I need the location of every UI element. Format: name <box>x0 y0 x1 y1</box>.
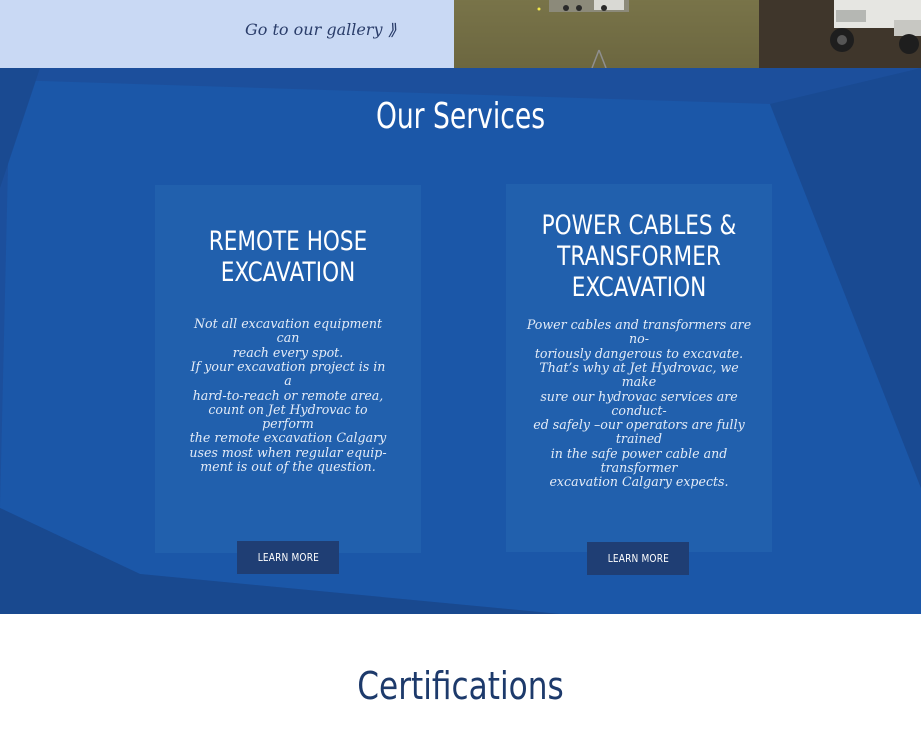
card-paragraph: Power cables and transformers are no- to… <box>522 317 756 361</box>
card-text-line: toriously dangerous to excavate. <box>534 345 744 361</box>
card-text-line: the remote excavation Calgary <box>189 430 387 446</box>
card-text-line: Not all excavation equipment can <box>193 316 383 346</box>
card-text-line: in the safe power cable and transformer <box>550 445 728 476</box>
card-paragraph: If your excavation project is in a hard-… <box>189 359 387 475</box>
card-text-line: sure our hydrovac services are conduct- <box>540 388 738 418</box>
service-card-remote-hose: REMOTE HOSE EXCAVATION Not all excavatio… <box>155 185 421 574</box>
card-text-line: ed safely –our operators are fully train… <box>533 417 745 447</box>
card-text-line: uses most when regular equip- <box>189 444 387 460</box>
learn-more-label: LEARN MORE <box>607 552 669 565</box>
service-card-power-cables: POWER CABLES & TRANSFORMER EXCAVATION Po… <box>506 184 772 575</box>
certifications-heading: Certifications <box>357 664 564 708</box>
gallery-panel: Go to our gallery ⟫ <box>0 0 454 68</box>
services-background-shapes <box>0 68 921 614</box>
card-title-line: TRANSFORMER <box>557 241 721 272</box>
card-text-line: ment is out of the question. <box>200 459 376 475</box>
card-paragraph: That’s why at Jet Hydrovac, we make sure… <box>522 360 756 490</box>
card-text-line: That’s why at Jet Hydrovac, we make <box>539 360 739 390</box>
card-title-line: EXCAVATION <box>220 257 356 288</box>
card-title: REMOTE HOSE EXCAVATION <box>182 226 395 288</box>
card-title-line: EXCAVATION <box>571 272 707 303</box>
card-text-line: count on Jet Hydrovac to perform <box>208 401 368 432</box>
learn-more-label: LEARN MORE <box>257 551 319 564</box>
card-title-line: REMOTE HOSE <box>208 226 368 257</box>
truck-field-photo <box>454 0 921 68</box>
card-text-line: Power cables and transformers are no- <box>526 317 752 347</box>
card-text-line: hard-to-reach or remote area, <box>192 387 384 403</box>
card-text-line: excavation Calgary expects. <box>549 474 729 490</box>
gallery-strip: Go to our gallery ⟫ <box>0 0 921 68</box>
card-title: POWER CABLES & TRANSFORMER EXCAVATION <box>533 210 746 303</box>
gallery-photo <box>454 0 921 68</box>
card-text-line: If your excavation project is in a <box>190 359 386 389</box>
gallery-link[interactable]: Go to our gallery ⟫ <box>245 20 396 39</box>
card-text-line: reach every spot. <box>232 344 344 360</box>
learn-more-button[interactable]: LEARN MORE <box>587 542 689 575</box>
services-heading: Our Services <box>375 96 546 137</box>
card-paragraph: Not all excavation equipment can reach e… <box>189 316 387 360</box>
learn-more-button[interactable]: LEARN MORE <box>237 541 339 574</box>
services-section: Our Services REMOTE HOSE EXCAVATION Not … <box>0 68 921 614</box>
card-title-line: POWER CABLES & <box>541 210 737 241</box>
